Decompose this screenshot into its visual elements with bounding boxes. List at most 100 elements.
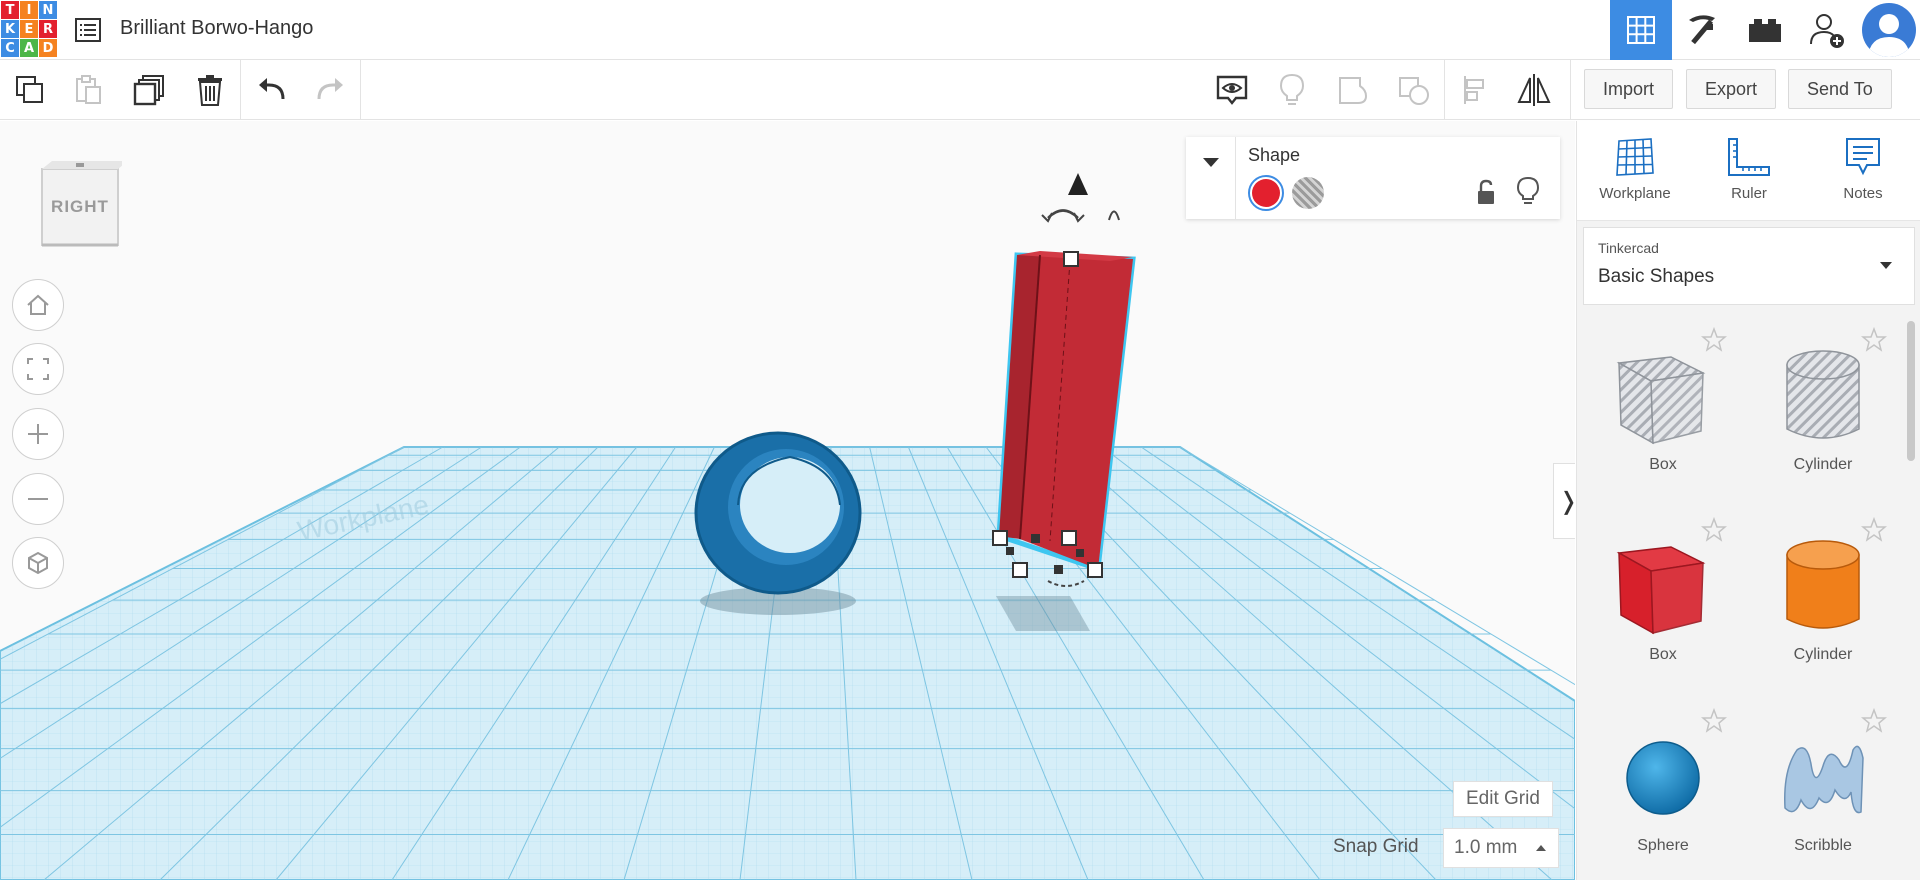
align-button[interactable] — [1456, 70, 1496, 110]
snap-grid-value: 1.0 mm — [1454, 837, 1518, 858]
paste-button[interactable] — [68, 70, 108, 110]
shape-name: Scribble — [1794, 837, 1852, 854]
shape-tile-sphere[interactable]: Sphere — [1583, 700, 1743, 890]
torus-shape[interactable] — [694, 431, 862, 595]
shape-list-scrollbar[interactable] — [1907, 321, 1915, 461]
shape-tile-box[interactable]: Box — [1583, 509, 1743, 699]
shape-name: Box — [1649, 456, 1677, 473]
view-cube[interactable]: RIGHT — [38, 159, 128, 253]
group-icon — [1339, 77, 1368, 104]
logo-letter: T — [1, 1, 19, 19]
paste-icon — [76, 75, 101, 104]
blocks-button[interactable] — [1672, 0, 1734, 60]
shape-inspector: Shape — [1186, 137, 1560, 219]
caret-up-icon — [1536, 845, 1546, 851]
inspector-title: Shape — [1248, 145, 1301, 165]
redo-icon — [317, 78, 343, 100]
logo-letter: E — [20, 20, 38, 38]
lift-arrow-icon[interactable] — [1068, 173, 1088, 195]
redo-button[interactable] — [310, 70, 350, 110]
workplane-tool-button[interactable]: Workplane — [1585, 135, 1685, 215]
library-source: Tinkercad — [1598, 240, 1659, 256]
chevron-down-icon — [1880, 262, 1892, 269]
ungroup-button[interactable] — [1394, 70, 1434, 110]
home-view-button[interactable] — [12, 279, 64, 331]
rotate-arrow-icon[interactable] — [1047, 209, 1079, 219]
workplane-scene[interactable]: Workplane — [0, 121, 1575, 880]
grid-view-icon — [1627, 16, 1655, 44]
edit-toolbar: Import Export Send To — [0, 60, 1920, 120]
shape-name: Cylinder — [1793, 646, 1853, 663]
toolbar-divider — [1444, 60, 1445, 120]
chevron-down-icon — [1202, 158, 1219, 167]
zoom-in-button[interactable] — [12, 408, 64, 460]
group-button[interactable] — [1334, 70, 1374, 110]
solid-color-swatch[interactable] — [1248, 175, 1284, 211]
shape-grid: Box Cylinder Box Cylinder Sphere Scribble — [1583, 319, 1903, 880]
tinkercad-logo[interactable]: TIN KER CAD — [0, 0, 58, 58]
shape-library-select[interactable]: Tinkercad Basic Shapes — [1583, 227, 1915, 305]
panel-collapse-handle[interactable]: ❭ — [1553, 463, 1575, 539]
view-cube-label: RIGHT — [51, 197, 109, 216]
align-icon — [1464, 76, 1484, 104]
project-title[interactable]: Brilliant Borwo-Hango — [120, 17, 313, 40]
notes-tool-label: Notes — [1843, 185, 1883, 202]
design-list-icon[interactable] — [72, 14, 104, 46]
logo-letter: K — [1, 20, 19, 38]
3d-viewport[interactable]: Workplane RIGHT — [0, 121, 1575, 880]
rotate-side-icon[interactable] — [1108, 210, 1120, 221]
workplane-tool-label: Workplane — [1599, 185, 1671, 202]
shape-tile-cylinder-hole[interactable]: Cylinder — [1743, 319, 1903, 509]
workplane-icon — [1616, 138, 1654, 176]
duplicate-icon — [133, 75, 164, 106]
toolbar-divider — [1570, 60, 1571, 120]
bricks-button[interactable] — [1734, 0, 1796, 60]
shape-thumbnail — [1773, 529, 1873, 639]
3d-design-button[interactable] — [1610, 0, 1672, 60]
ruler-tool-label: Ruler — [1731, 185, 1767, 202]
fit-view-icon — [27, 358, 49, 380]
undo-button[interactable] — [252, 70, 292, 110]
right-panel: Workplane Ruler Notes Tinkercad Basic Sh… — [1576, 121, 1920, 880]
snap-grid-select[interactable]: 1.0 mm — [1443, 828, 1559, 868]
top-bar: TIN KER CAD Brilliant Borwo-Hango — [0, 0, 1920, 60]
invite-button[interactable] — [1796, 0, 1858, 60]
perspective-button[interactable] — [12, 537, 64, 589]
bulb-button[interactable] — [1272, 70, 1312, 110]
copy-button[interactable] — [10, 70, 50, 110]
user-avatar-button[interactable] — [1858, 0, 1920, 60]
hole-swatch[interactable] — [1292, 177, 1324, 209]
copy-icon — [16, 76, 43, 103]
avatar-icon — [1862, 3, 1916, 57]
zoom-out-icon — [28, 498, 48, 500]
zoom-out-button[interactable] — [12, 473, 64, 525]
shape-name: Box — [1649, 646, 1677, 663]
logo-letter: R — [39, 20, 57, 38]
undo-icon — [259, 78, 285, 100]
bulb-icon — [1279, 73, 1305, 105]
logo-letter: D — [39, 39, 57, 57]
unlock-button[interactable] — [1472, 177, 1500, 207]
notes-tool-button[interactable]: Notes — [1813, 135, 1913, 215]
fit-view-button[interactable] — [12, 343, 64, 395]
show-notes-button[interactable] — [1212, 70, 1252, 110]
library-name: Basic Shapes — [1598, 266, 1715, 287]
delete-icon — [198, 75, 222, 106]
mirror-button[interactable] — [1514, 70, 1554, 110]
ruler-tool-button[interactable]: Ruler — [1699, 135, 1799, 215]
shape-name: Sphere — [1637, 837, 1689, 854]
edit-grid-button[interactable]: Edit Grid — [1453, 781, 1553, 817]
perspective-icon — [28, 551, 48, 575]
duplicate-button[interactable] — [130, 70, 170, 110]
hide-shape-button[interactable] — [1514, 175, 1542, 207]
inspector-collapse-button[interactable] — [1186, 137, 1236, 219]
export-button[interactable]: Export — [1686, 69, 1777, 109]
delete-button[interactable] — [190, 70, 230, 110]
send-to-button[interactable]: Send To — [1788, 69, 1892, 109]
shape-tile-box-hole[interactable]: Box — [1583, 319, 1743, 509]
import-button[interactable]: Import — [1584, 69, 1674, 109]
shape-tile-cylinder[interactable]: Cylinder — [1743, 509, 1903, 699]
toolbar-divider — [360, 60, 361, 120]
ungroup-icon — [1399, 77, 1429, 105]
shape-tile-scribble[interactable]: Scribble — [1743, 700, 1903, 890]
